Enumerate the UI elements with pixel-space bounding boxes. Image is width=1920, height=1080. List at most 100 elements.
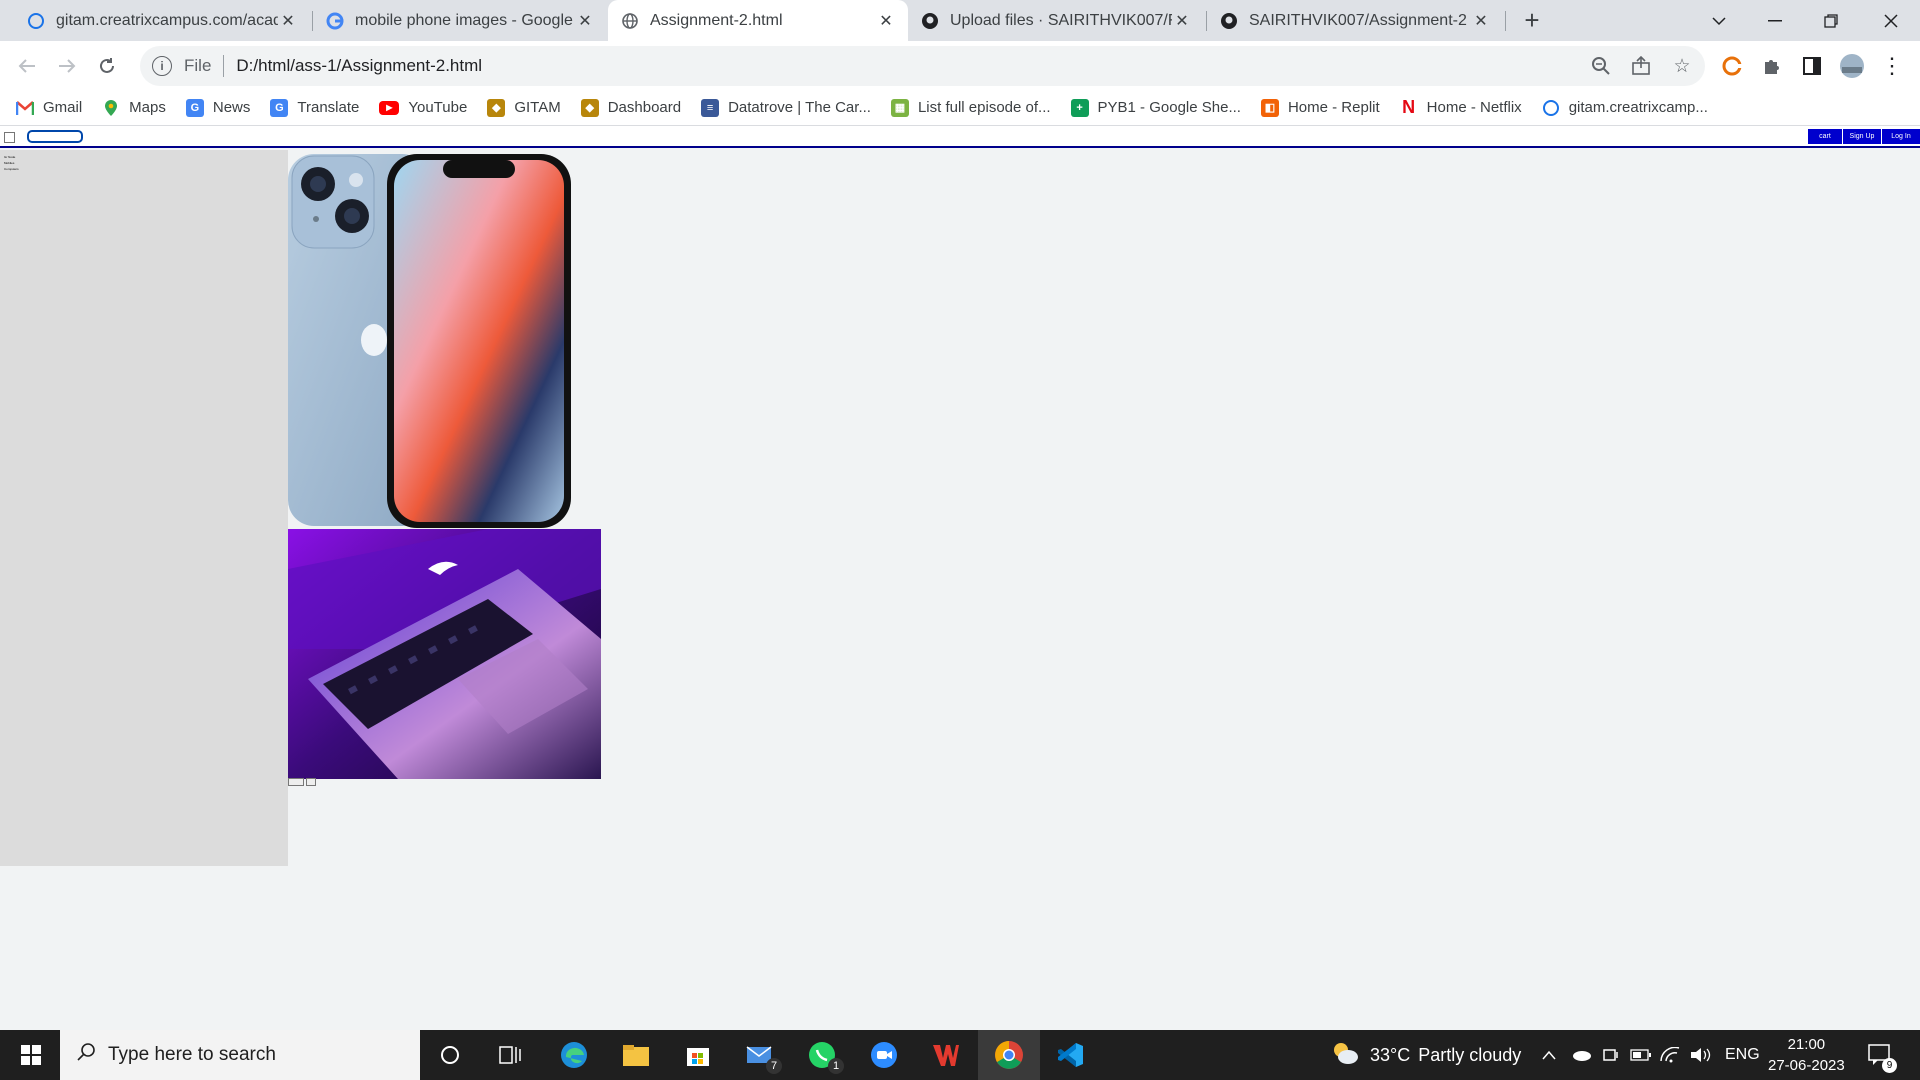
onedrive-icon[interactable] <box>1570 1030 1592 1080</box>
search-placeholder: Type here to search <box>108 1044 276 1065</box>
notification-center-icon[interactable]: 9 <box>1868 1030 1897 1080</box>
bookmark-label: PYB1 - Google She... <box>1097 99 1241 116</box>
iphone-image <box>288 154 571 528</box>
mail-icon[interactable]: 7 <box>738 1030 782 1080</box>
tab-gitam[interactable]: gitam.creatrixcampus.com/acade ✕ <box>14 0 310 41</box>
volume-icon[interactable] <box>1690 1030 1712 1080</box>
bookmark-list-episodes[interactable]: ▦ List full episode of... <box>890 98 1051 117</box>
replit-icon: ◧ <box>1260 98 1279 117</box>
chrome-taskbar-icon[interactable] <box>978 1030 1040 1080</box>
mail-badge: 7 <box>766 1058 782 1074</box>
page-search-input[interactable] <box>27 130 83 143</box>
tab-github-repo[interactable]: SAIRITHVIK007/Assignment-2 ✕ <box>1207 0 1503 41</box>
wifi-icon[interactable] <box>1660 1030 1680 1080</box>
cart-button[interactable]: cart <box>1808 129 1842 144</box>
weather-widget[interactable]: 33°C Partly cloudy <box>1330 1030 1521 1080</box>
tab-title: Upload files · SAIRITHVIK007/FSD <box>950 11 1172 29</box>
login-button[interactable]: Log In <box>1882 129 1920 144</box>
zoom-icon[interactable] <box>1585 50 1617 82</box>
clock[interactable]: 21:00 27-06-2023 <box>1768 1030 1845 1080</box>
wps-office-icon[interactable] <box>924 1030 968 1080</box>
language-indicator[interactable]: ENG <box>1725 1030 1760 1080</box>
close-tab-icon[interactable]: ✕ <box>876 11 896 31</box>
clock-time: 21:00 <box>1787 1036 1826 1053</box>
site-info-icon[interactable]: i <box>152 56 172 76</box>
show-hidden-icons[interactable] <box>1542 1030 1556 1080</box>
close-tab-icon[interactable]: ✕ <box>575 11 595 31</box>
bookmark-news[interactable]: G News <box>185 98 250 117</box>
bookmarks-bar: Gmail Maps G News G Translate ▶ YouTube ◆ GI… <box>0 90 1920 126</box>
extension-c-icon[interactable] <box>1716 50 1748 82</box>
extensions-puzzle-icon[interactable] <box>1756 50 1788 82</box>
weather-desc: Partly cloudy <box>1418 1044 1522 1065</box>
bookmark-datatrove[interactable]: ≡ Datatrove | The Car... <box>701 98 871 117</box>
creatrix-favicon-icon <box>26 11 46 31</box>
bookmark-pyb1-sheets[interactable]: + PYB1 - Google She... <box>1070 98 1241 117</box>
bookmark-replit[interactable]: ◧ Home - Replit <box>1260 98 1380 117</box>
vscode-icon[interactable] <box>1048 1030 1092 1080</box>
taskbar-search[interactable]: Type here to search <box>60 1030 420 1080</box>
side-link[interactable]: Gr Node <box>4 155 15 159</box>
forward-button[interactable] <box>51 50 83 82</box>
profile-avatar[interactable] <box>1836 50 1868 82</box>
restore-button[interactable] <box>1808 0 1854 41</box>
browser-chrome: gitam.creatrixcampus.com/acade ✕ mobile … <box>0 0 1920 126</box>
bookmark-label: Home - Replit <box>1287 99 1380 116</box>
bookmark-gmail[interactable]: Gmail <box>16 99 82 117</box>
new-tab-button[interactable]: + <box>1518 5 1546 35</box>
small-button[interactable] <box>288 778 304 786</box>
side-link[interactable]: Mobiles <box>4 161 14 165</box>
bookmark-label: gitam.creatrixcamp... <box>1568 99 1708 116</box>
bookmark-dashboard[interactable]: ◆ Dashboard <box>580 98 681 117</box>
bookmark-creatrix[interactable]: gitam.creatrixcamp... <box>1542 99 1708 117</box>
bookmark-netflix[interactable]: N Home - Netflix <box>1400 97 1522 117</box>
meet-icon[interactable] <box>1602 1030 1620 1080</box>
bookmark-youtube[interactable]: ▶ YouTube <box>379 99 467 116</box>
small-button[interactable] <box>306 778 316 786</box>
bookmark-star-icon[interactable]: ☆ <box>1666 50 1698 82</box>
cortana-icon[interactable] <box>428 1030 472 1080</box>
bookmark-translate[interactable]: G Translate <box>270 98 359 117</box>
reload-button[interactable] <box>91 50 123 82</box>
tab-title: Assignment-2.html <box>650 11 783 29</box>
minimize-button[interactable] <box>1752 0 1798 41</box>
side-panel-icon[interactable] <box>1796 50 1828 82</box>
edge-icon[interactable] <box>552 1030 596 1080</box>
tab-separator <box>1505 11 1506 31</box>
side-panel: Gr Node Mobiles Computers <box>0 150 288 866</box>
close-tab-icon[interactable]: ✕ <box>1172 11 1192 31</box>
sheets-icon: + <box>1070 98 1089 117</box>
windows-taskbar: Type here to search 7 1 33°C Partly clou… <box>0 1030 1920 1080</box>
tab-assignment[interactable]: Assignment-2.html ✕ <box>608 0 908 41</box>
news-icon: G <box>185 98 204 117</box>
laptop-image <box>288 529 601 779</box>
signup-button[interactable]: Sign Up <box>1843 129 1881 144</box>
whatsapp-icon[interactable]: 1 <box>800 1030 844 1080</box>
zoom-app-icon[interactable] <box>862 1030 906 1080</box>
bookmark-maps[interactable]: Maps <box>102 99 166 117</box>
bookmark-label: List full episode of... <box>917 99 1051 116</box>
bookmark-gitam[interactable]: ◆ GITAM <box>487 98 561 117</box>
close-window-button[interactable] <box>1868 0 1914 41</box>
tab-upload-files[interactable]: Upload files · SAIRITHVIK007/FSD ✕ <box>908 0 1204 41</box>
battery-icon[interactable] <box>1630 1030 1652 1080</box>
menu-kebab-icon[interactable]: ⋮ <box>1876 50 1908 82</box>
task-view-icon[interactable] <box>488 1030 532 1080</box>
back-button[interactable] <box>11 50 43 82</box>
tab-title: mobile phone images - Google S <box>355 11 575 29</box>
tab-search-icon[interactable] <box>1696 0 1742 41</box>
partly-cloudy-icon <box>1330 1040 1360 1071</box>
datatrove-icon: ≡ <box>701 98 720 117</box>
menu-checkbox[interactable] <box>4 132 15 143</box>
address-bar[interactable]: i File D:/html/ass-1/Assignment-2.html <box>140 46 1705 86</box>
close-tab-icon[interactable]: ✕ <box>278 11 298 31</box>
tab-google-search[interactable]: mobile phone images - Google S ✕ <box>313 0 607 41</box>
file-explorer-icon[interactable] <box>614 1030 658 1080</box>
store-icon[interactable] <box>676 1030 720 1080</box>
close-tab-icon[interactable]: ✕ <box>1471 11 1491 31</box>
side-link[interactable]: Computers <box>4 167 19 171</box>
gitam-icon: ◆ <box>487 98 506 117</box>
windows-start-icon[interactable] <box>10 1030 52 1080</box>
share-icon[interactable] <box>1625 50 1657 82</box>
creatrix-icon <box>1542 99 1560 117</box>
